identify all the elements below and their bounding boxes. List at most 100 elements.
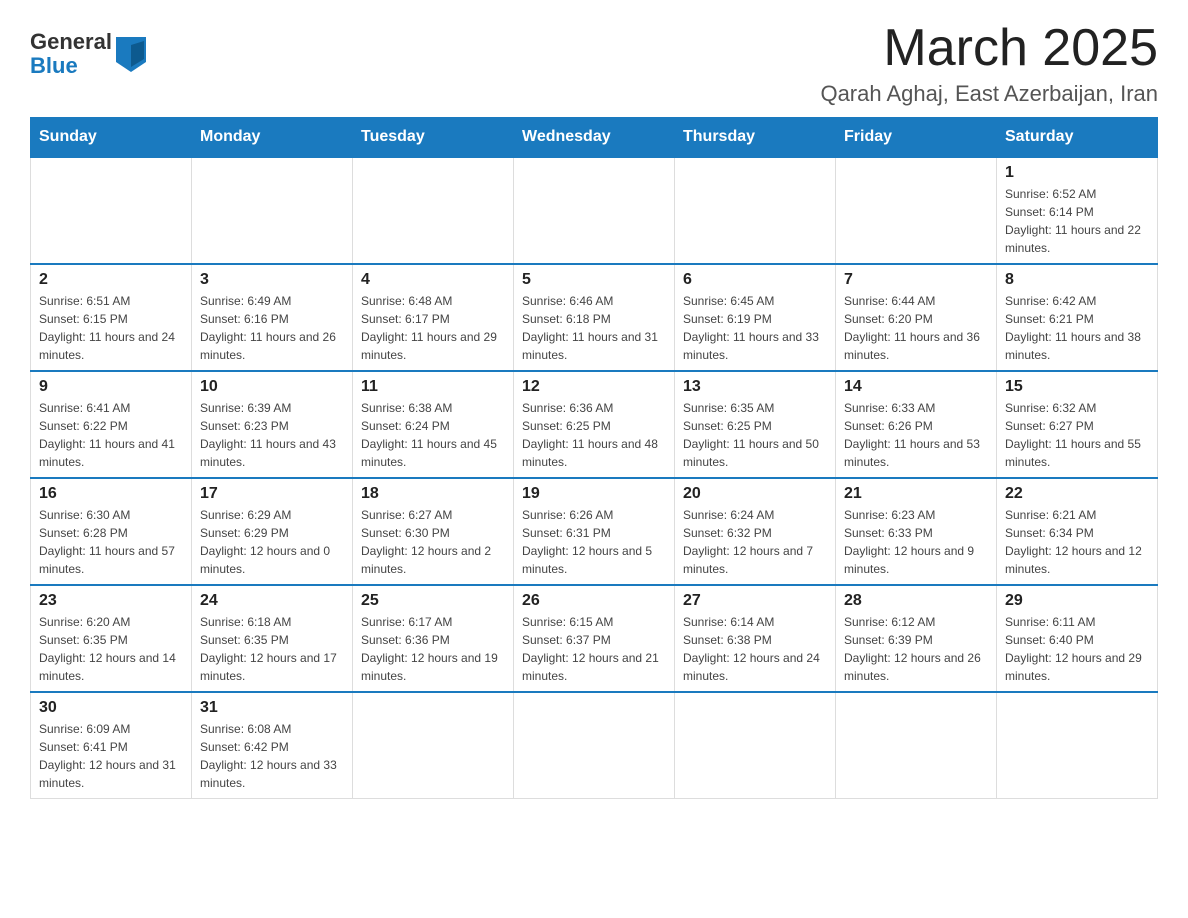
logo-general-text: General bbox=[30, 30, 112, 54]
day-number: 22 bbox=[1005, 485, 1149, 503]
calendar-day-12: 12 Sunrise: 6:36 AM Sunset: 6:25 PM Dayli… bbox=[514, 371, 675, 478]
calendar-empty-cell bbox=[514, 157, 675, 264]
day-info: Sunrise: 6:52 AM Sunset: 6:14 PM Dayligh… bbox=[1005, 187, 1141, 255]
calendar-empty-cell bbox=[675, 692, 836, 799]
calendar-day-8: 8 Sunrise: 6:42 AM Sunset: 6:21 PM Daylig… bbox=[997, 264, 1158, 371]
calendar-day-16: 16 Sunrise: 6:30 AM Sunset: 6:28 PM Dayli… bbox=[31, 478, 192, 585]
day-number: 5 bbox=[522, 271, 666, 289]
day-info: Sunrise: 6:39 AM Sunset: 6:23 PM Dayligh… bbox=[200, 401, 336, 469]
calendar-day-6: 6 Sunrise: 6:45 AM Sunset: 6:19 PM Daylig… bbox=[675, 264, 836, 371]
calendar-empty-cell bbox=[353, 692, 514, 799]
calendar-day-31: 31 Sunrise: 6:08 AM Sunset: 6:42 PM Dayli… bbox=[192, 692, 353, 799]
page-header: General Blue March 2025 Qarah Aghaj, Eas… bbox=[30, 20, 1158, 107]
day-number: 6 bbox=[683, 271, 827, 289]
day-info: Sunrise: 6:29 AM Sunset: 6:29 PM Dayligh… bbox=[200, 508, 330, 576]
calendar-empty-cell bbox=[514, 692, 675, 799]
day-info: Sunrise: 6:21 AM Sunset: 6:34 PM Dayligh… bbox=[1005, 508, 1142, 576]
day-info: Sunrise: 6:32 AM Sunset: 6:27 PM Dayligh… bbox=[1005, 401, 1141, 469]
calendar-empty-cell bbox=[997, 692, 1158, 799]
calendar-day-11: 11Sunrise: 6:38 AM Sunset: 6:24 PM Dayli… bbox=[353, 371, 514, 478]
calendar-header-tuesday: Tuesday bbox=[353, 118, 514, 158]
day-info: Sunrise: 6:17 AM Sunset: 6:36 PM Dayligh… bbox=[361, 615, 498, 683]
location-title: Qarah Aghaj, East Azerbaijan, Iran bbox=[820, 81, 1158, 107]
day-number: 24 bbox=[200, 592, 344, 610]
day-number: 28 bbox=[844, 592, 988, 610]
calendar-day-9: 9 Sunrise: 6:41 AM Sunset: 6:22 PM Daylig… bbox=[31, 371, 192, 478]
day-number: 20 bbox=[683, 485, 827, 503]
calendar-day-26: 26 Sunrise: 6:15 AM Sunset: 6:37 PM Dayli… bbox=[514, 585, 675, 692]
calendar-week-row: 1 Sunrise: 6:52 AM Sunset: 6:14 PM Daylig… bbox=[31, 157, 1158, 264]
day-info: Sunrise: 6:51 AM Sunset: 6:15 PM Dayligh… bbox=[39, 294, 175, 362]
calendar-day-15: 15 Sunrise: 6:32 AM Sunset: 6:27 PM Dayli… bbox=[997, 371, 1158, 478]
calendar-table: SundayMondayTuesdayWednesdayThursdayFrid… bbox=[30, 117, 1158, 799]
day-number: 12 bbox=[522, 378, 666, 396]
day-number: 26 bbox=[522, 592, 666, 610]
day-info: Sunrise: 6:15 AM Sunset: 6:37 PM Dayligh… bbox=[522, 615, 659, 683]
day-number: 4 bbox=[361, 271, 505, 289]
day-number: 7 bbox=[844, 271, 988, 289]
day-number: 19 bbox=[522, 485, 666, 503]
day-number: 31 bbox=[200, 699, 344, 717]
day-number: 13 bbox=[683, 378, 827, 396]
calendar-day-24: 24 Sunrise: 6:18 AM Sunset: 6:35 PM Dayli… bbox=[192, 585, 353, 692]
calendar-empty-cell bbox=[353, 157, 514, 264]
day-info: Sunrise: 6:18 AM Sunset: 6:35 PM Dayligh… bbox=[200, 615, 337, 683]
logo-icon bbox=[116, 37, 146, 72]
day-info: Sunrise: 6:45 AM Sunset: 6:19 PM Dayligh… bbox=[683, 294, 819, 362]
day-number: 1 bbox=[1005, 164, 1149, 182]
title-area: March 2025 Qarah Aghaj, East Azerbaijan,… bbox=[820, 20, 1158, 107]
day-info: Sunrise: 6:20 AM Sunset: 6:35 PM Dayligh… bbox=[39, 615, 176, 683]
calendar-day-4: 4Sunrise: 6:48 AM Sunset: 6:17 PM Daylig… bbox=[353, 264, 514, 371]
day-number: 9 bbox=[39, 378, 183, 396]
day-info: Sunrise: 6:08 AM Sunset: 6:42 PM Dayligh… bbox=[200, 722, 337, 790]
day-info: Sunrise: 6:23 AM Sunset: 6:33 PM Dayligh… bbox=[844, 508, 974, 576]
calendar-day-18: 18Sunrise: 6:27 AM Sunset: 6:30 PM Dayli… bbox=[353, 478, 514, 585]
calendar-week-row: 2Sunrise: 6:51 AM Sunset: 6:15 PM Daylig… bbox=[31, 264, 1158, 371]
day-info: Sunrise: 6:14 AM Sunset: 6:38 PM Dayligh… bbox=[683, 615, 820, 683]
day-info: Sunrise: 6:41 AM Sunset: 6:22 PM Dayligh… bbox=[39, 401, 175, 469]
day-info: Sunrise: 6:42 AM Sunset: 6:21 PM Dayligh… bbox=[1005, 294, 1141, 362]
calendar-empty-cell bbox=[836, 692, 997, 799]
day-number: 29 bbox=[1005, 592, 1149, 610]
calendar-day-13: 13Sunrise: 6:35 AM Sunset: 6:25 PM Dayli… bbox=[675, 371, 836, 478]
calendar-day-1: 1 Sunrise: 6:52 AM Sunset: 6:14 PM Daylig… bbox=[997, 157, 1158, 264]
month-title: March 2025 bbox=[820, 20, 1158, 77]
calendar-day-5: 5 Sunrise: 6:46 AM Sunset: 6:18 PM Daylig… bbox=[514, 264, 675, 371]
day-info: Sunrise: 6:44 AM Sunset: 6:20 PM Dayligh… bbox=[844, 294, 980, 362]
day-number: 14 bbox=[844, 378, 988, 396]
calendar-header-saturday: Saturday bbox=[997, 118, 1158, 158]
calendar-day-30: 30 Sunrise: 6:09 AM Sunset: 6:41 PM Dayli… bbox=[31, 692, 192, 799]
calendar-week-row: 30 Sunrise: 6:09 AM Sunset: 6:41 PM Dayli… bbox=[31, 692, 1158, 799]
day-number: 15 bbox=[1005, 378, 1149, 396]
logo-blue-text: Blue bbox=[30, 54, 112, 78]
calendar-header-sunday: Sunday bbox=[31, 118, 192, 158]
calendar-empty-cell bbox=[31, 157, 192, 264]
day-info: Sunrise: 6:30 AM Sunset: 6:28 PM Dayligh… bbox=[39, 508, 175, 576]
calendar-day-7: 7 Sunrise: 6:44 AM Sunset: 6:20 PM Daylig… bbox=[836, 264, 997, 371]
day-info: Sunrise: 6:09 AM Sunset: 6:41 PM Dayligh… bbox=[39, 722, 176, 790]
day-info: Sunrise: 6:26 AM Sunset: 6:31 PM Dayligh… bbox=[522, 508, 652, 576]
day-info: Sunrise: 6:46 AM Sunset: 6:18 PM Dayligh… bbox=[522, 294, 658, 362]
day-info: Sunrise: 6:33 AM Sunset: 6:26 PM Dayligh… bbox=[844, 401, 980, 469]
logo: General Blue bbox=[30, 30, 146, 78]
calendar-day-10: 10 Sunrise: 6:39 AM Sunset: 6:23 PM Dayli… bbox=[192, 371, 353, 478]
calendar-day-28: 28 Sunrise: 6:12 AM Sunset: 6:39 PM Dayli… bbox=[836, 585, 997, 692]
day-number: 25 bbox=[361, 592, 505, 610]
calendar-header-thursday: Thursday bbox=[675, 118, 836, 158]
day-info: Sunrise: 6:24 AM Sunset: 6:32 PM Dayligh… bbox=[683, 508, 813, 576]
day-number: 8 bbox=[1005, 271, 1149, 289]
calendar-day-27: 27Sunrise: 6:14 AM Sunset: 6:38 PM Dayli… bbox=[675, 585, 836, 692]
day-info: Sunrise: 6:36 AM Sunset: 6:25 PM Dayligh… bbox=[522, 401, 658, 469]
calendar-day-17: 17Sunrise: 6:29 AM Sunset: 6:29 PM Dayli… bbox=[192, 478, 353, 585]
day-info: Sunrise: 6:12 AM Sunset: 6:39 PM Dayligh… bbox=[844, 615, 981, 683]
day-number: 30 bbox=[39, 699, 183, 717]
calendar-day-2: 2Sunrise: 6:51 AM Sunset: 6:15 PM Daylig… bbox=[31, 264, 192, 371]
calendar-day-22: 22 Sunrise: 6:21 AM Sunset: 6:34 PM Dayli… bbox=[997, 478, 1158, 585]
day-info: Sunrise: 6:27 AM Sunset: 6:30 PM Dayligh… bbox=[361, 508, 491, 576]
day-number: 16 bbox=[39, 485, 183, 503]
calendar-header-wednesday: Wednesday bbox=[514, 118, 675, 158]
calendar-day-21: 21Sunrise: 6:23 AM Sunset: 6:33 PM Dayli… bbox=[836, 478, 997, 585]
calendar-empty-cell bbox=[192, 157, 353, 264]
calendar-day-20: 20 Sunrise: 6:24 AM Sunset: 6:32 PM Dayli… bbox=[675, 478, 836, 585]
day-number: 10 bbox=[200, 378, 344, 396]
